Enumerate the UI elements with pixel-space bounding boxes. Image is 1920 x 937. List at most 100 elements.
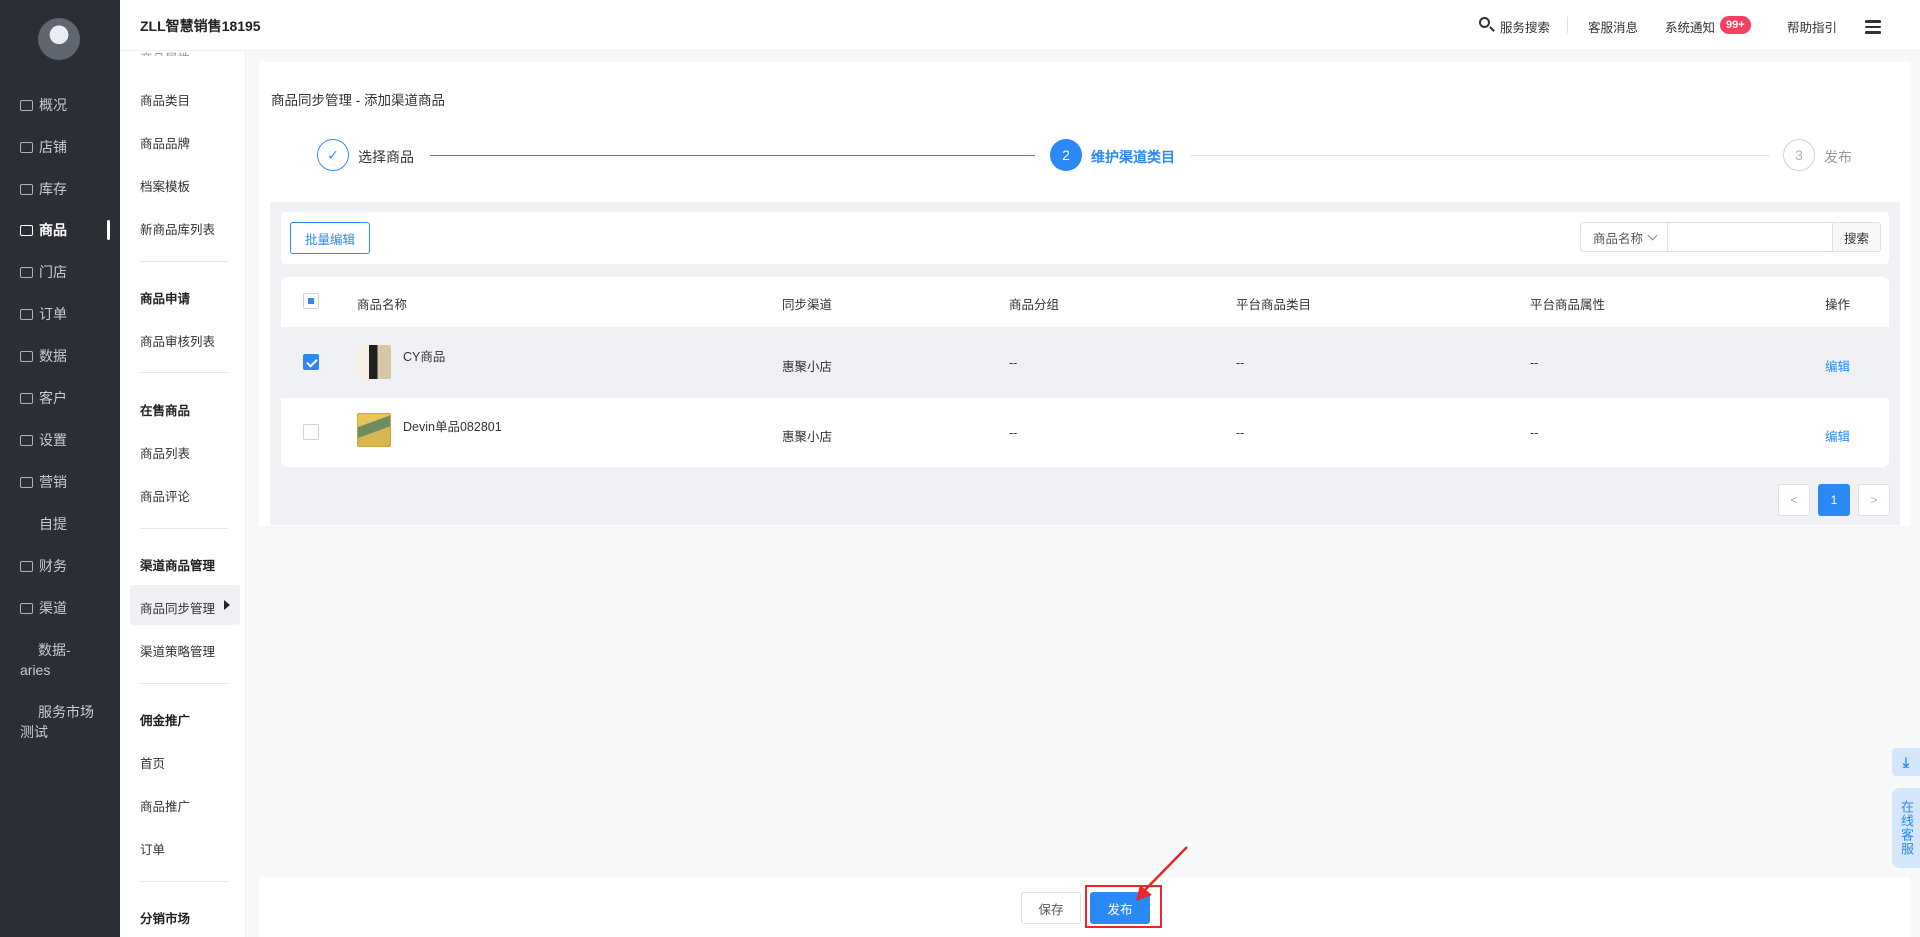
- platform-attribute: --: [1530, 356, 1539, 370]
- subnav-item-new-library[interactable]: 新商品库列表: [140, 219, 215, 238]
- divider: [140, 683, 228, 684]
- subnav-item-orders[interactable]: 订单: [140, 839, 165, 858]
- nav-item-channel[interactable]: 渠道: [20, 598, 67, 618]
- platform-category: --: [1236, 356, 1245, 370]
- col-header-category: 平台商品类目: [1236, 298, 1312, 312]
- order-icon: [20, 308, 33, 320]
- subnav-item-sync[interactable]: 商品同步管理: [140, 598, 215, 617]
- edit-link[interactable]: 编辑: [1825, 426, 1850, 445]
- col-header-group: 商品分组: [1009, 298, 1060, 312]
- search-button[interactable]: 搜索: [1832, 222, 1881, 252]
- divider: [140, 372, 228, 373]
- page-button[interactable]: 1: [1818, 484, 1850, 516]
- table-row[interactable]: [281, 397, 1889, 467]
- divider: [140, 261, 228, 262]
- batch-edit-button[interactable]: 批量编辑: [290, 222, 370, 254]
- data-icon: [20, 350, 33, 362]
- col-header-channel: 同步渠道: [782, 298, 833, 312]
- check-icon: ✓: [327, 146, 339, 163]
- prev-page-button[interactable]: <: [1778, 484, 1810, 516]
- nav-item-data[interactable]: 数据: [20, 346, 67, 366]
- channel-icon: [20, 602, 33, 614]
- edit-link[interactable]: 编辑: [1825, 356, 1850, 375]
- search-field-select[interactable]: 商品名称: [1580, 222, 1668, 252]
- breadcrumb: 商品同步管理 - 添加渠道商品: [271, 93, 445, 108]
- marketing-icon: [20, 476, 33, 488]
- divider: [1567, 17, 1568, 33]
- nav-item-customer[interactable]: 客户: [20, 388, 67, 408]
- online-service-button[interactable]: 在线客服: [1892, 788, 1920, 868]
- help-link[interactable]: 帮助指引: [1787, 17, 1837, 36]
- row-checkbox[interactable]: [303, 354, 319, 370]
- step-3-circle: 3: [1783, 139, 1815, 171]
- service-search-link[interactable]: 服务搜索: [1500, 17, 1550, 36]
- step-connector-done: [430, 155, 1035, 156]
- select-all-checkbox[interactable]: [303, 293, 319, 309]
- nav-item-service-market[interactable]: 服务市场 测试: [20, 702, 110, 742]
- row-checkbox[interactable]: [303, 424, 319, 440]
- download-icon[interactable]: ⤓: [1892, 748, 1920, 776]
- col-header-action: 操作: [1825, 298, 1851, 312]
- inventory-icon: [20, 183, 33, 195]
- subnav-item-home[interactable]: 首页: [140, 753, 165, 772]
- step-2-label: 维护渠道类目: [1091, 149, 1175, 165]
- product-name: Devin单品082801: [403, 420, 502, 434]
- subnav-item-promotion[interactable]: 商品推广: [140, 796, 190, 815]
- chevron-down-icon: [1647, 230, 1658, 240]
- product-thumbnail: [357, 413, 391, 447]
- subnav-heading-distribution: 分销市场: [140, 912, 191, 926]
- platform-category: --: [1236, 426, 1245, 440]
- step-3-label: 发布: [1824, 149, 1852, 165]
- goods-group: --: [1009, 356, 1018, 370]
- nav-item-finance[interactable]: 财务: [20, 556, 67, 576]
- platform-attribute: --: [1530, 426, 1539, 440]
- sync-channel: 惠聚小店: [782, 360, 833, 374]
- subnav-item-strategy[interactable]: 渠道策略管理: [140, 641, 215, 660]
- save-button[interactable]: 保存: [1021, 892, 1081, 924]
- step-2-circle: 2: [1050, 139, 1082, 171]
- subnav-item-review[interactable]: 商品审核列表: [140, 331, 215, 350]
- store-icon: [20, 141, 33, 153]
- nav-item-data-aries[interactable]: 数据- aries: [20, 640, 110, 680]
- subnav-item-comments[interactable]: 商品评论: [140, 486, 190, 505]
- finance-icon: [20, 560, 33, 572]
- sync-channel: 惠聚小店: [782, 430, 833, 444]
- avatar[interactable]: [38, 18, 80, 60]
- brand-title: ZLL智慧销售18195: [140, 18, 261, 34]
- subnav-item-brand[interactable]: 商品品牌: [140, 133, 190, 152]
- top-bar: ZLL智慧销售18195: [120, 0, 1920, 51]
- subnav-item-category[interactable]: 商品类目: [140, 90, 190, 109]
- search-icon[interactable]: [1479, 17, 1490, 28]
- search-input[interactable]: [1668, 222, 1833, 252]
- subnav-item-template[interactable]: 档案模板: [140, 176, 190, 195]
- nav-item-overview[interactable]: 概况: [20, 95, 67, 115]
- step-1-circle: ✓: [317, 139, 349, 171]
- menu-icon[interactable]: [1865, 20, 1881, 34]
- chevron-right-icon: >: [1870, 493, 1878, 507]
- chevron-left-icon: <: [1790, 493, 1798, 507]
- nav-item-goods[interactable]: 商品: [20, 220, 67, 240]
- nav-item-marketing[interactable]: 营销: [20, 472, 67, 492]
- goods-group: --: [1009, 426, 1018, 440]
- notification-badge: 99+: [1720, 16, 1751, 34]
- caret-right-icon: [224, 600, 230, 610]
- nav-item-inventory[interactable]: 库存: [20, 179, 67, 199]
- nav-active-indicator: [107, 220, 110, 240]
- nav-item-settings[interactable]: 设置: [20, 430, 67, 450]
- nav-item-pickup[interactable]: 自提: [39, 514, 67, 534]
- divider: [140, 528, 228, 529]
- sub-nav: 商品属性 商品类目 商品品牌 档案模板 新商品库列表 商品申请 商品审核列表 在…: [120, 0, 246, 937]
- nav-item-store[interactable]: 店铺: [20, 137, 67, 157]
- nav-item-shop[interactable]: 门店: [20, 262, 67, 282]
- step-connector-pending: [1190, 155, 1770, 156]
- notifications-link[interactable]: 系统通知: [1665, 17, 1715, 36]
- divider: [140, 881, 228, 882]
- settings-icon: [20, 434, 33, 446]
- main-nav: 概况 店铺 库存 商品 门店 订单 数据 客户 设置 营销 自提 财务 渠道 数…: [0, 0, 120, 937]
- subnav-item-goods-list[interactable]: 商品列表: [140, 443, 190, 462]
- nav-item-order[interactable]: 订单: [20, 304, 67, 324]
- overview-icon: [20, 99, 33, 111]
- cs-message-link[interactable]: 客服消息: [1588, 17, 1638, 36]
- table-row[interactable]: [281, 327, 1889, 397]
- next-page-button[interactable]: >: [1858, 484, 1890, 516]
